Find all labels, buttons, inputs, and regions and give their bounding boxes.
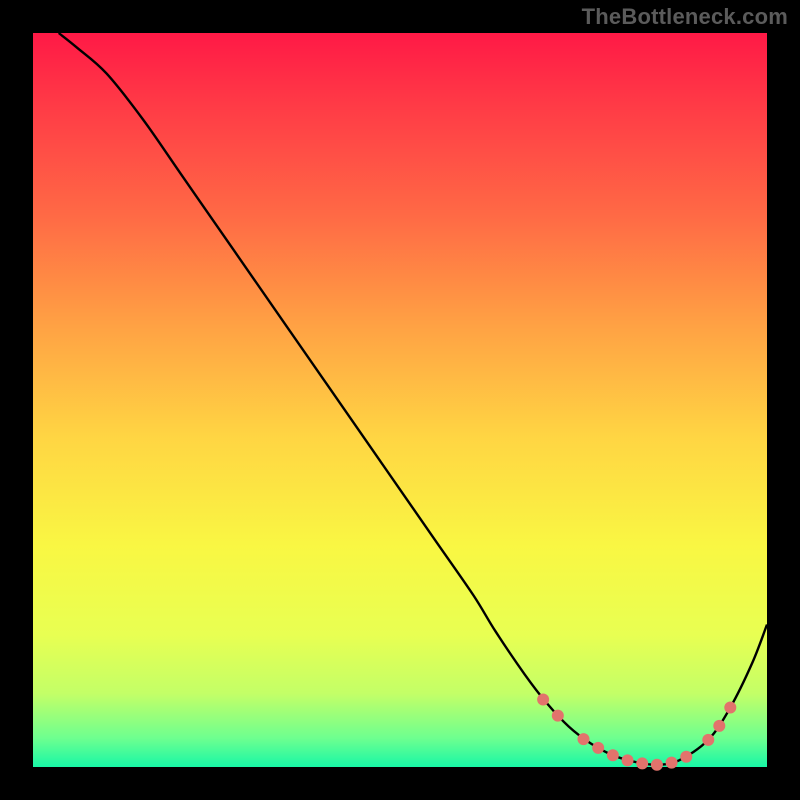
marker-dot xyxy=(724,702,736,714)
marker-dot xyxy=(607,749,619,761)
chart-frame: TheBottleneck.com xyxy=(0,0,800,800)
marker-dot xyxy=(651,759,663,771)
bottleneck-chart xyxy=(0,0,800,800)
marker-dot xyxy=(636,757,648,769)
marker-dot xyxy=(666,757,678,769)
marker-dot xyxy=(680,751,692,763)
marker-dot xyxy=(537,693,549,705)
marker-dot xyxy=(592,742,604,754)
marker-dot xyxy=(578,733,590,745)
marker-dot xyxy=(552,710,564,722)
marker-dot xyxy=(713,720,725,732)
watermark-text: TheBottleneck.com xyxy=(582,4,788,30)
plot-background xyxy=(33,33,767,767)
marker-dot xyxy=(702,734,714,746)
marker-dot xyxy=(622,754,634,766)
